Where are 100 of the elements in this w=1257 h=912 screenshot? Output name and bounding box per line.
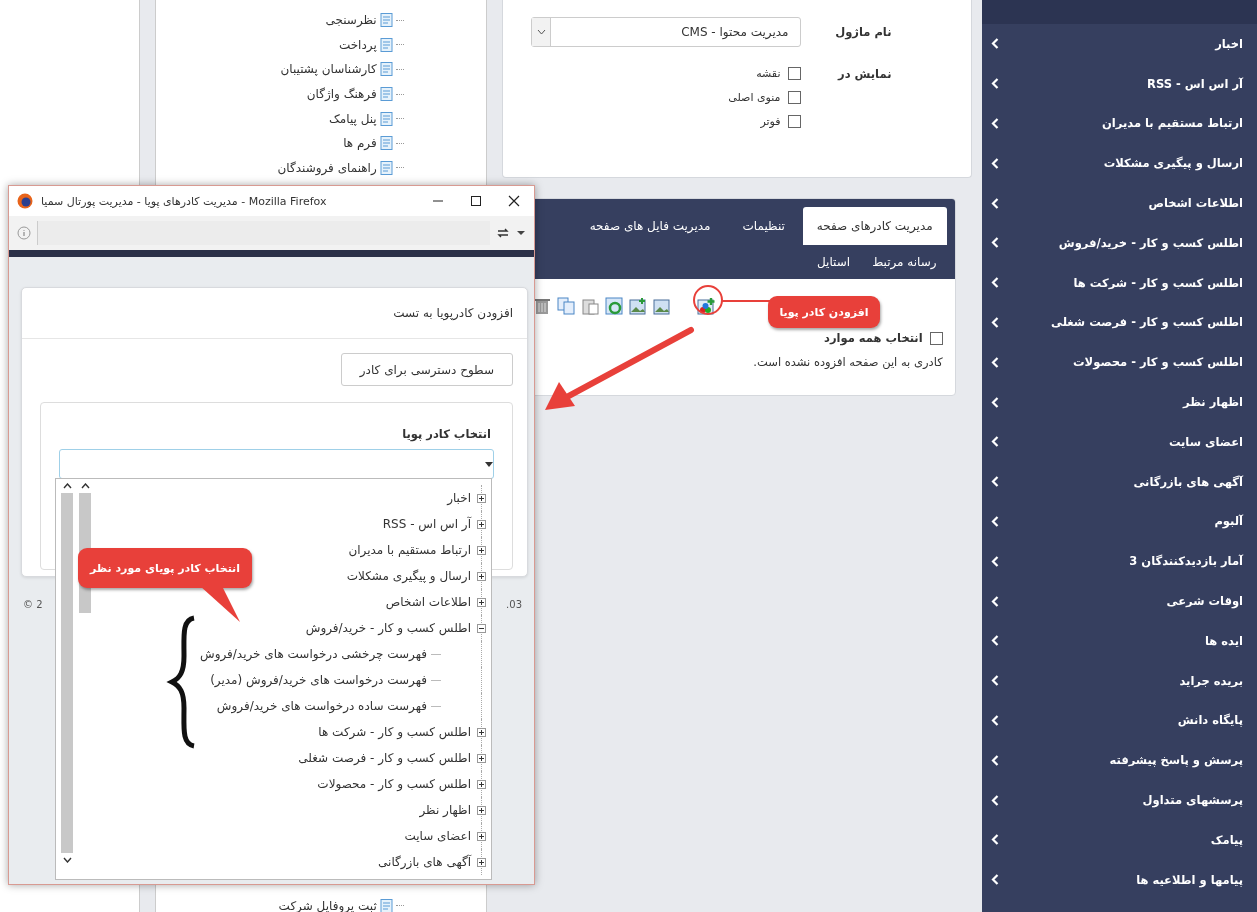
document-icon xyxy=(379,87,393,102)
chevron-left-icon xyxy=(991,237,1000,249)
module-select[interactable]: مدیریت محتوا - CMS xyxy=(531,17,802,47)
sidebar-item[interactable]: پرسشهای متداول xyxy=(982,780,1257,820)
scroll-down-icon xyxy=(62,857,72,863)
checkbox[interactable] xyxy=(929,331,943,345)
dropdown-option[interactable]: اطلس کسب و کار - محصولات xyxy=(317,771,482,797)
checkbox-label: نقشه xyxy=(756,67,781,80)
access-levels-button[interactable]: سطوح دسترسی برای کادر xyxy=(340,353,513,386)
expand-icon[interactable] xyxy=(477,571,486,581)
expand-icon[interactable] xyxy=(477,597,486,607)
info-icon xyxy=(17,226,31,240)
chevron-left-icon xyxy=(991,714,1000,726)
tree-item[interactable]: پنل پیامک xyxy=(155,106,404,131)
maximize-icon[interactable] xyxy=(470,195,482,207)
checkbox[interactable] xyxy=(788,115,802,128)
tab[interactable]: استایل xyxy=(817,255,851,269)
chevron-left-icon xyxy=(991,834,1000,846)
swap-arrows-icon[interactable] xyxy=(496,227,510,239)
field-label: نام ماژول xyxy=(834,24,892,39)
close-icon[interactable] xyxy=(508,195,520,207)
sidebar-item[interactable]: اطلس کسب و کار - شرکت ها xyxy=(982,262,1257,303)
dropdown-option[interactable]: فهرست چرخشی درخواست های خرید/فروش xyxy=(200,641,482,667)
expand-icon[interactable] xyxy=(477,805,486,815)
sidebar-item[interactable]: اظهار نظر xyxy=(982,382,1257,422)
expand-icon[interactable] xyxy=(477,779,486,789)
collapse-icon[interactable] xyxy=(477,623,486,633)
checkbox[interactable] xyxy=(788,91,802,104)
refresh-icon[interactable] xyxy=(604,297,623,315)
sidebar-item[interactable]: اطلس کسب و کار - محصولات xyxy=(982,342,1257,383)
chevron-left-icon xyxy=(991,38,1000,50)
dropdown-option[interactable]: ارسال و پیگیری مشکلات xyxy=(346,563,482,589)
document-icon xyxy=(379,37,393,52)
dropdown-option[interactable]: فهرست ساده درخواست های خرید/فروش xyxy=(216,693,482,719)
sidebar-item[interactable]: آمار بازدیدکنندگان 3 xyxy=(982,541,1257,582)
dropdown-option[interactable]: اخبار xyxy=(447,485,482,511)
dropdown-option[interactable]: آگهی های بازرگانی xyxy=(378,849,482,875)
sidebar-item[interactable]: آگهی های بازرگانی xyxy=(982,461,1257,502)
tree-item[interactable]: فرم ها xyxy=(155,130,404,156)
field-label: انتخاب کادر پویا xyxy=(401,426,492,444)
sidebar-item[interactable]: اطلس کسب و کار - فرصت شغلی xyxy=(982,302,1257,343)
sidebar-item[interactable]: پایگاه دانش xyxy=(982,700,1257,741)
tree-item[interactable]: راهنمای فروشندگان xyxy=(155,155,404,181)
chevron-left-icon xyxy=(991,118,1000,129)
sidebar-item[interactable]: اطلس کسب و کار - خرید/فروش xyxy=(982,223,1257,263)
document-icon xyxy=(379,898,393,912)
tab[interactable]: مدیریت فایل های صفحه xyxy=(575,207,725,245)
expand-icon[interactable] xyxy=(477,857,486,867)
caret-down-icon[interactable] xyxy=(516,230,526,236)
tree-item[interactable]: کارشناسان پشتیبان xyxy=(155,57,404,82)
chevron-left-icon xyxy=(991,754,1000,766)
caret-down-icon xyxy=(536,29,546,35)
expand-icon[interactable] xyxy=(477,727,486,737)
sidebar-item[interactable]: ارتباط مستقیم با مدیران xyxy=(982,103,1257,144)
sidebar-item[interactable]: ارسال و پیگیری مشکلات xyxy=(982,143,1257,184)
checkbox[interactable] xyxy=(788,67,802,80)
document-icon xyxy=(379,160,393,175)
tab[interactable]: مدیریت کادرهای صفحه xyxy=(802,207,947,245)
dropdown-option[interactable]: اعضای سایت xyxy=(404,823,482,849)
tab[interactable]: تنظیمات xyxy=(728,207,799,245)
sidebar-item[interactable]: اعضای سایت xyxy=(982,421,1257,462)
chevron-left-icon xyxy=(991,157,1000,169)
empty-message: کادری به این صفحه افزوده نشده است. xyxy=(752,354,944,369)
expand-icon[interactable] xyxy=(477,545,486,555)
sidebar-item[interactable]: بریده جراید xyxy=(982,660,1257,701)
sidebar-item[interactable]: پرسش و پاسخ پیشرفته xyxy=(982,740,1257,781)
dropdown-option[interactable]: آر اس اس - RSS xyxy=(382,511,482,537)
dropdown-option[interactable]: فهرست درخواست های خرید/فروش (مدیر) xyxy=(210,667,482,693)
expand-icon[interactable] xyxy=(477,519,486,529)
copy-icon[interactable] xyxy=(556,297,575,315)
expand-icon[interactable] xyxy=(477,831,486,841)
tree-item[interactable]: نظرسنجی xyxy=(155,8,404,33)
sidebar-item[interactable]: ایده ها xyxy=(982,620,1257,661)
image-icon[interactable] xyxy=(652,297,671,315)
sidebar-item[interactable]: اطلاعات اشخاص xyxy=(982,183,1257,223)
add-module-icon[interactable] xyxy=(696,297,715,315)
tree-item[interactable]: ثبت پروفایل شرکت xyxy=(155,893,404,912)
image-add-icon[interactable] xyxy=(628,297,647,315)
chevron-left-icon xyxy=(991,436,1000,448)
sidebar-item[interactable]: پیامک xyxy=(982,819,1257,860)
dropdown-option[interactable]: ارتباط مستقیم با مدیران xyxy=(348,537,482,563)
sidebar-item[interactable]: آر اس اس - RSS xyxy=(982,63,1257,104)
dropdown-option[interactable]: اظهار نظر xyxy=(419,797,482,823)
dropdown-option[interactable]: اطلاعات اشخاص xyxy=(385,589,482,615)
sidebar-item[interactable]: اخبار xyxy=(982,24,1257,64)
sidebar-item[interactable]: پیامها و اطلاعیه ها xyxy=(982,859,1257,900)
sidebar-item[interactable]: اوقات شرعی xyxy=(982,581,1257,621)
tree-item[interactable]: فرهنگ واژگان xyxy=(155,81,404,107)
checkbox-label: فوتر xyxy=(760,115,781,128)
scrollbar[interactable] xyxy=(60,483,74,863)
expand-icon[interactable] xyxy=(477,753,486,763)
dropdown-option[interactable]: اطلس کسب و کار - شرکت ها xyxy=(318,719,482,745)
tree-item[interactable]: پرداخت xyxy=(155,32,404,58)
footer-text: © 2 xyxy=(23,599,43,610)
expand-icon[interactable] xyxy=(477,493,486,503)
sidebar-item[interactable]: آلبوم xyxy=(982,501,1257,542)
callout-tooltip: افزودن کادر پویا xyxy=(768,296,880,328)
tab[interactable]: رسانه مرتبط xyxy=(872,255,937,269)
dropdown-option[interactable]: اطلس کسب و کار - خرید/فروش xyxy=(305,615,482,641)
dropdown-option[interactable]: اطلس کسب و کار - فرصت شغلی xyxy=(298,745,482,771)
